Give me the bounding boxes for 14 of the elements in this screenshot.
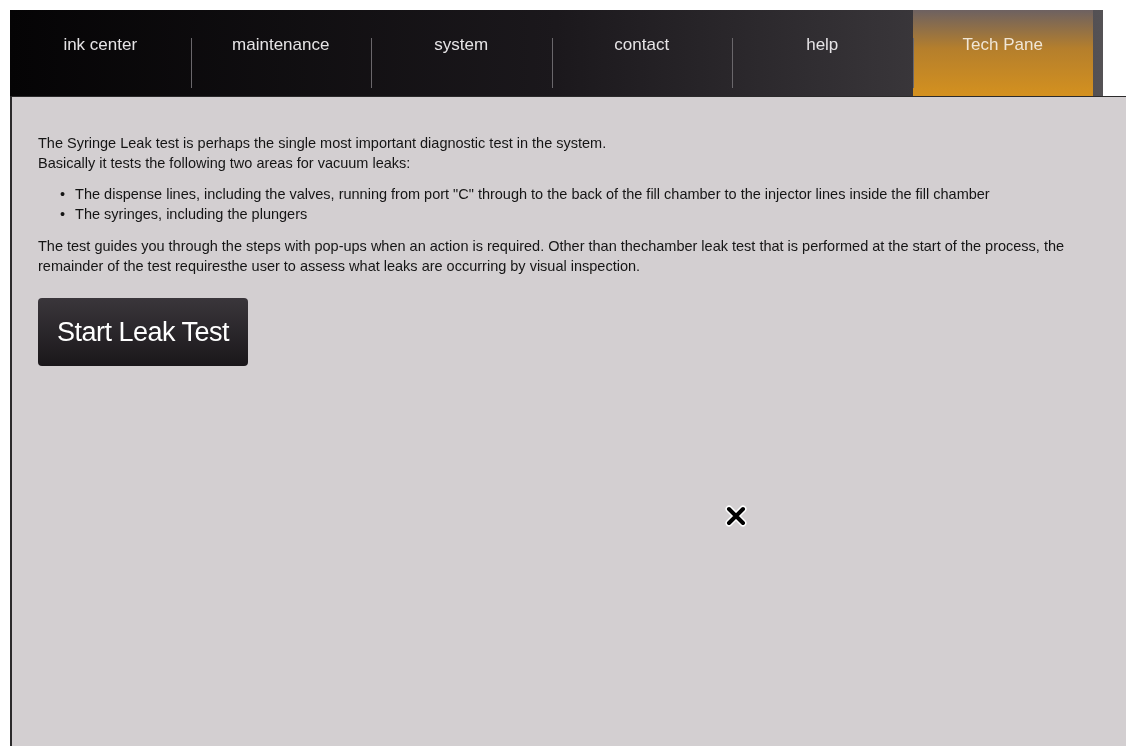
intro-text: Basically it tests the following two areas for vacuum leaks: xyxy=(38,154,412,173)
nav-tab[interactable]: ink center xyxy=(10,10,191,96)
nav-tab[interactable]: help xyxy=(732,10,913,96)
note-text: The test guides you through the steps with pop-ups when an action is required. Other than thechamber leak test that is performed at the start of the process, the remainder of the test requiresthe user to assess what leaks are occurring by visual inspection. xyxy=(38,237,1066,276)
bullet-item-text: The syringes, including the plungers xyxy=(75,205,308,224)
bullet-item-text: The dispense lines, including the valves, running from port "C" through to the back of the fill chamber to the injector lines inside the fill chamber xyxy=(75,185,990,204)
bullet-mark: • xyxy=(60,185,66,204)
nav-tab[interactable]: contact xyxy=(551,10,732,96)
nav-tab[interactable]: maintenance xyxy=(190,10,371,96)
nav-tab[interactable]: system xyxy=(371,10,552,96)
start-leak-test-button[interactable]: Start Leak Test xyxy=(38,298,248,366)
cursor-icon xyxy=(725,505,747,527)
bullet-mark: • xyxy=(60,205,66,224)
intro-text: The Syringe Leak test is perhaps the single most important diagnostic test in the system. xyxy=(38,134,608,153)
